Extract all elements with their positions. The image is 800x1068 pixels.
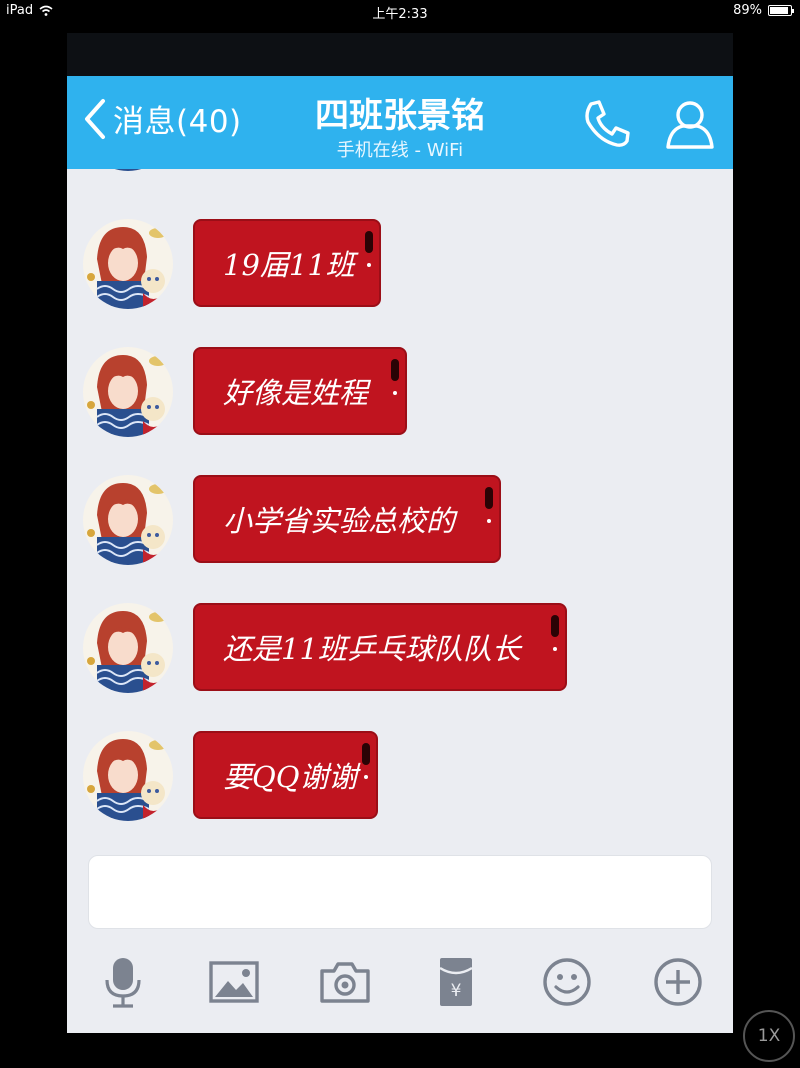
message-text: 还是11班乒乓球队队长 xyxy=(223,632,521,666)
camera-button[interactable] xyxy=(317,954,373,1010)
screen: iPad 上午2:33 89% 消息(40) 四班张景铭 手机在线 - WiFi xyxy=(0,0,800,1068)
voice-button[interactable] xyxy=(95,954,151,1010)
message-bubble[interactable]: 要QQ谢谢 xyxy=(193,731,378,819)
avatar[interactable] xyxy=(83,347,173,437)
avatar-image xyxy=(83,731,173,821)
message-row: 还是11班乒乓球队队长 xyxy=(67,603,733,703)
avatar-image xyxy=(83,219,173,309)
image-button[interactable] xyxy=(206,954,262,1010)
top-black-bar xyxy=(67,33,733,76)
avatar-image xyxy=(83,603,173,693)
call-button[interactable] xyxy=(579,96,635,152)
message-list[interactable]: 19届11班 好像是姓程小学省实验总校的还是11班乒乓球队队长 要QQ谢谢 xyxy=(67,81,733,843)
phone-icon xyxy=(585,100,630,147)
message-text: 19届11班 xyxy=(223,248,355,282)
avatar[interactable] xyxy=(83,219,173,309)
message-text: 好像是姓程 xyxy=(223,376,369,410)
chat-app: 消息(40) 四班张景铭 手机在线 - WiFi 19届11班 好像是姓程 小学… xyxy=(67,33,733,1033)
avatar-image xyxy=(83,475,173,565)
status-bar: iPad 上午2:33 89% xyxy=(0,0,800,22)
svg-text:¥: ¥ xyxy=(451,981,462,1001)
message-text: 要QQ谢谢 xyxy=(223,760,358,794)
message-bubble[interactable]: 小学省实验总校的 xyxy=(193,475,501,563)
plus-icon xyxy=(654,958,702,1006)
image-icon xyxy=(209,961,259,1003)
camera-icon xyxy=(320,962,370,1003)
avatar[interactable] xyxy=(83,731,173,821)
battery-percent: 89% xyxy=(733,3,762,18)
person-icon xyxy=(666,101,714,149)
message-input[interactable] xyxy=(88,855,712,929)
emoji-button[interactable] xyxy=(539,954,595,1010)
battery-icon xyxy=(768,5,794,16)
profile-button[interactable] xyxy=(663,96,717,152)
message-bubble[interactable]: 还是11班乒乓球队队长 xyxy=(193,603,567,691)
message-bubble[interactable]: 19届11班 xyxy=(193,219,381,307)
message-row: 要QQ谢谢 xyxy=(67,731,733,831)
message-bubble[interactable]: 好像是姓程 xyxy=(193,347,407,435)
chat-toolbar: ¥ xyxy=(67,948,733,1018)
avatar-image xyxy=(83,347,173,437)
chat-header: 消息(40) 四班张景铭 手机在线 - WiFi xyxy=(67,76,733,169)
avatar[interactable] xyxy=(83,603,173,693)
status-time: 上午2:33 xyxy=(372,7,428,22)
emoji-icon xyxy=(543,958,591,1006)
message-row: 19届11班 xyxy=(67,219,733,319)
message-text: 小学省实验总校的 xyxy=(223,504,456,538)
red-packet-icon: ¥ xyxy=(439,958,473,1006)
message-row: 好像是姓程 xyxy=(67,347,733,447)
red-packet-button[interactable]: ¥ xyxy=(428,954,484,1010)
microphone-icon xyxy=(105,958,141,1008)
avatar[interactable] xyxy=(83,475,173,565)
zoom-button[interactable]: 1X xyxy=(743,1010,795,1062)
more-button[interactable] xyxy=(650,954,706,1010)
message-row: 小学省实验总校的 xyxy=(67,475,733,575)
